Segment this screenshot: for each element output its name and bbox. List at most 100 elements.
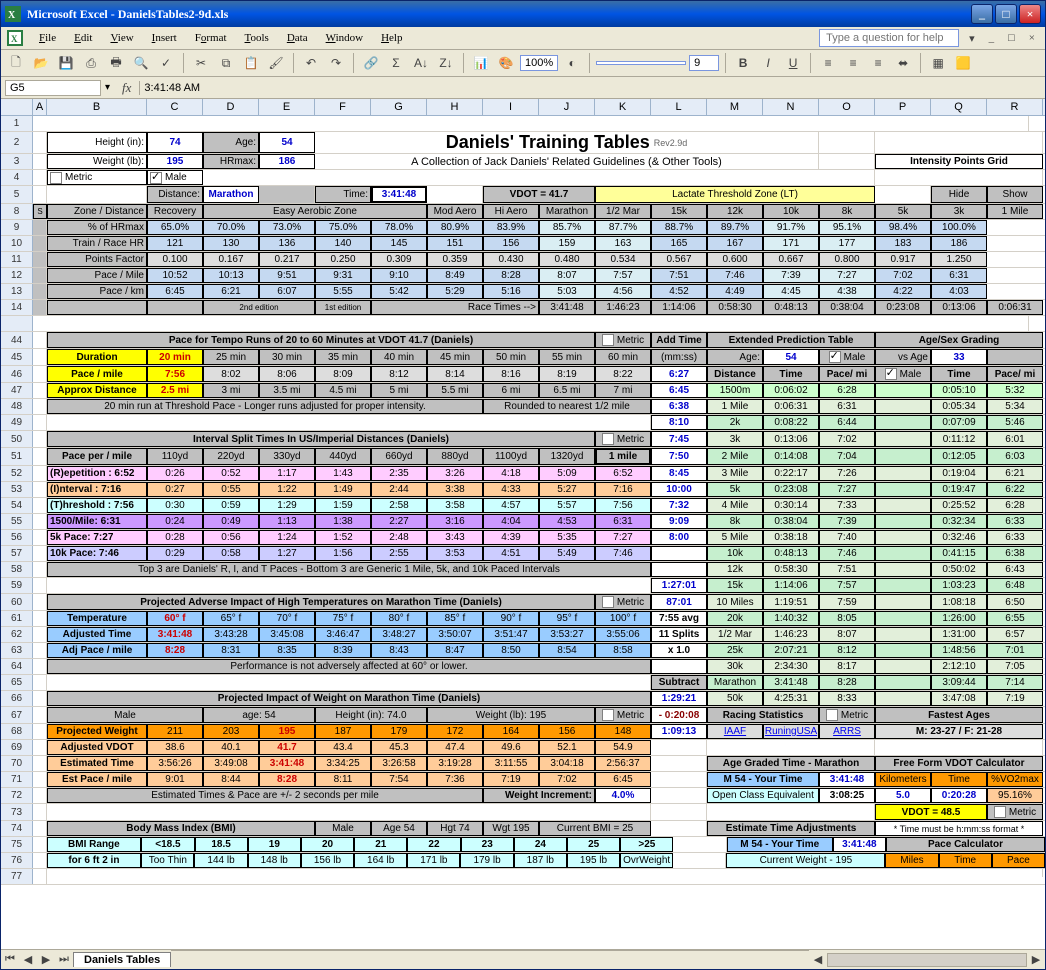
ff-metric[interactable]: Metric [987,804,1043,820]
col-header-E[interactable]: E [259,99,315,115]
row-header-46[interactable]: 46 [1,366,33,382]
weight-incr[interactable]: 4.0% [595,788,651,803]
weight-input[interactable]: 195 [147,154,203,169]
row-header-5[interactable]: 5 [1,186,33,203]
distance-input[interactable]: Marathon [203,186,259,203]
drawing-icon[interactable]: 🎨 [495,52,517,74]
fx-icon[interactable]: fx [114,80,139,96]
row-header-45[interactable]: 45 [1,349,33,365]
row-header-13[interactable]: 13 [1,284,33,299]
permission-icon[interactable]: ⎙ [80,52,102,74]
col-header-M[interactable]: M [707,99,763,115]
menu-help[interactable]: Help [373,30,410,46]
row-header-11[interactable]: 11 [1,252,33,267]
row-header-59[interactable]: 59 [1,578,33,593]
row-header-1[interactable]: 1 [1,116,33,131]
formula-bar[interactable]: 3:41:48 AM [139,81,1045,95]
name-box[interactable]: G5 [5,80,101,96]
age-input[interactable]: 54 [259,132,315,153]
menu-edit[interactable]: Edit [66,30,100,46]
zoom-combo[interactable]: 100% [520,55,558,71]
workbook-close-button[interactable]: × [1025,32,1039,44]
new-icon[interactable]: 🗋 [5,52,27,74]
int-metric[interactable]: Metric [595,431,651,447]
menu-tools[interactable]: Tools [237,30,277,46]
row-header-71[interactable]: 71 [1,772,33,787]
col-header-F[interactable]: F [315,99,371,115]
copy-icon[interactable]: ⧉ [215,52,237,74]
hscroll-right[interactable]: ▶ [1027,953,1045,966]
align-center-icon[interactable]: ≡ [842,52,864,74]
addtime-v[interactable]: 7:50 [651,448,707,465]
addtime-v[interactable]: 7:45 [651,431,707,447]
fill-color-icon[interactable]: 🟨 [952,52,974,74]
addtime-v[interactable]: 8:45 [651,466,707,481]
row-header-44[interactable]: 44 [1,332,33,348]
tab-nav-prev[interactable]: ◀ [19,953,37,966]
col-header-L[interactable]: L [651,99,707,115]
row-header-77[interactable]: 77 [1,869,33,884]
help-icon[interactable]: ◐ [561,52,583,74]
metric-checkbox[interactable]: Metric [47,170,147,185]
male-checkbox[interactable]: Male [147,170,203,185]
row-header-51[interactable]: 51 [1,448,33,465]
col-header-G[interactable]: G [371,99,427,115]
heat-metric[interactable]: Metric [595,594,651,610]
row-header-52[interactable]: 52 [1,466,33,481]
col-header-D[interactable]: D [203,99,259,115]
tab-nav-last[interactable]: ⏭ [55,953,73,966]
vsage-input[interactable]: 33 [931,349,987,365]
underline-icon[interactable]: U [782,52,804,74]
ff-time[interactable]: 0:20:28 [931,788,987,803]
save-icon[interactable]: 💾 [55,52,77,74]
col-header-Q[interactable]: Q [931,99,987,115]
row-header-62[interactable]: 62 [1,627,33,642]
document-icon[interactable]: X [7,30,23,46]
row-header-64[interactable]: 64 [1,659,33,674]
row-header-73[interactable]: 73 [1,804,33,820]
col-header-K[interactable]: K [595,99,651,115]
row-header-69[interactable]: 69 [1,740,33,755]
cut-icon[interactable]: ✂ [190,52,212,74]
arrs-link[interactable]: ARRS [819,724,875,739]
show-button[interactable]: Show [987,186,1043,203]
help-search-input[interactable] [819,29,959,47]
row-header-60[interactable]: 60 [1,594,33,610]
menu-file[interactable]: File [31,30,64,46]
addtime-v[interactable]: 8:00 [651,530,707,545]
hscroll-left[interactable]: ◀ [809,953,827,966]
chart-icon[interactable]: 📊 [470,52,492,74]
addtime-v[interactable]: 10:00 [651,482,707,497]
spreadsheet-grid[interactable]: ABCDEFGHIJKLMNOPQR 12Height (in):74Age:5… [1,99,1045,949]
hrmax-input[interactable]: 186 [259,154,315,169]
row-header-76[interactable]: 76 [1,853,33,868]
addtime-v[interactable]: 6:45 [651,383,707,398]
borders-icon[interactable]: ▦ [927,52,949,74]
row-header-50[interactable]: 50 [1,431,33,447]
row-header-49[interactable]: 49 [1,415,33,430]
fontsize-combo[interactable]: 9 [689,55,719,71]
row-header-14[interactable]: 14 [1,300,33,315]
row-header-72[interactable]: 72 [1,788,33,803]
menu-insert[interactable]: Insert [144,30,185,46]
hide-button[interactable]: Hide [931,186,987,203]
row-header-47[interactable]: 47 [1,383,33,398]
workbook-restore-button[interactable]: □ [1004,32,1019,44]
align-right-icon[interactable]: ≡ [867,52,889,74]
col-header-P[interactable]: P [875,99,931,115]
bold-icon[interactable]: B [732,52,754,74]
autosum-icon[interactable]: Σ [385,52,407,74]
sheet-tab[interactable]: Daniels Tables [73,952,171,967]
row-header-4[interactable]: 4 [1,170,33,185]
row-header-55[interactable]: 55 [1,514,33,529]
sort-asc-icon[interactable]: A↓ [410,52,432,74]
menu-data[interactable]: Data [279,30,316,46]
italic-icon[interactable]: I [757,52,779,74]
col-header-B[interactable]: B [47,99,147,115]
col-header-R[interactable]: R [987,99,1043,115]
addtime-v[interactable]: 6:27 [651,366,707,382]
row-header-68[interactable]: 68 [1,724,33,739]
row-header-74[interactable]: 74 [1,821,33,836]
open-icon[interactable]: 📂 [30,52,52,74]
tempo-metric-check[interactable]: Metric [595,332,651,348]
